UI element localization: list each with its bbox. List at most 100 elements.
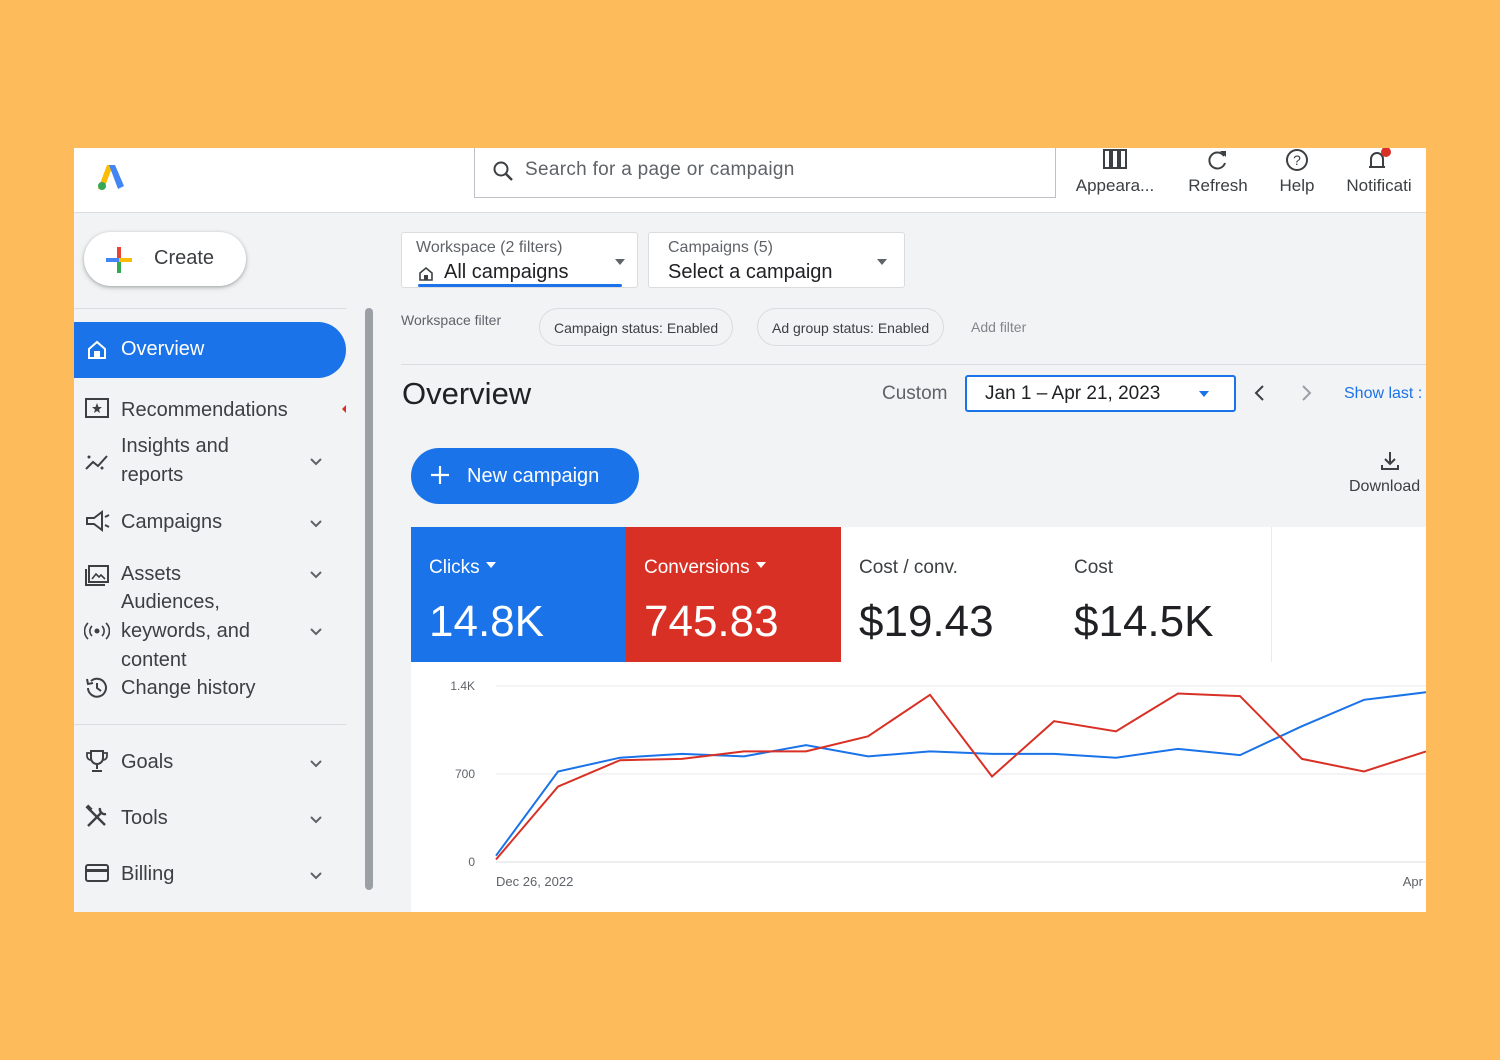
campaigns-dropdown[interactable]: Campaigns (5) Select a campaign	[648, 232, 905, 288]
metric-value: 745.83	[644, 597, 779, 646]
recommendations-icon	[85, 398, 109, 418]
date-range-picker[interactable]: Jan 1 – Apr 21, 2023	[965, 375, 1236, 412]
notifications-button[interactable]: Notificati	[1336, 148, 1422, 210]
help-icon: ?	[1286, 149, 1308, 171]
add-filter-link[interactable]: Add filter	[971, 319, 1026, 335]
filter-chip-ad-group-status[interactable]: Ad group status: Enabled	[757, 308, 945, 346]
sidebar-item-label: Change history	[121, 677, 256, 699]
home-icon	[419, 266, 433, 281]
sidebar-item-change-history[interactable]: Change history	[74, 672, 346, 704]
megaphone-icon	[86, 510, 110, 532]
sidebar-item-assets[interactable]: Assets	[74, 560, 346, 590]
sidebar-item-tools[interactable]: Tools	[74, 800, 346, 836]
bell-icon	[1369, 148, 1391, 168]
performance-panel: Clicks 14.8K Conversions 745.83 Cost / c…	[411, 527, 1426, 912]
chevron-down-icon	[310, 760, 322, 768]
metric-title: Cost / conv.	[859, 557, 958, 578]
appearance-button[interactable]: Appeara...	[1066, 148, 1164, 212]
appearance-icon	[1103, 149, 1127, 169]
sidebar-item-label: Insights and reports	[121, 435, 229, 486]
dropdown-arrow-icon	[1199, 391, 1209, 397]
chevron-down-icon	[310, 872, 322, 880]
chevron-down-icon	[310, 816, 322, 824]
help-label: Help	[1279, 176, 1315, 195]
refresh-button[interactable]: Refresh	[1178, 148, 1258, 212]
dropdown-arrow-icon	[615, 259, 625, 265]
new-campaign-button[interactable]: New campaign	[411, 448, 639, 504]
chevron-left-icon[interactable]	[1252, 382, 1268, 404]
filter-chip-campaign-status[interactable]: Campaign status: Enabled	[539, 308, 734, 346]
google-ads-logo-icon[interactable]	[96, 162, 126, 192]
sidebar-item-goals[interactable]: Goals	[74, 744, 346, 780]
y-tick-label: 1.4K	[450, 679, 475, 693]
sidebar-item-insights[interactable]: Insights and reports	[74, 432, 346, 492]
download-icon	[1381, 452, 1399, 470]
sidebar-item-audiences[interactable]: Audiences, keywords, and content	[74, 588, 346, 676]
sidebar-item-overview[interactable]: Overview	[74, 322, 346, 378]
plus-icon	[431, 466, 449, 484]
notifications-label: Notificati	[1346, 176, 1412, 195]
sidebar-divider	[74, 308, 346, 309]
chevron-down-icon	[310, 520, 322, 528]
x-tick-label: Dec 26, 2022	[496, 874, 573, 889]
performance-chart: 1.4K 700 0 Dec 26, 2022 Apr	[450, 679, 1426, 889]
metric-title: Cost	[1074, 557, 1114, 578]
metric-card-cost[interactable]: Cost $14.5K	[1056, 527, 1272, 662]
workspace-filter-label: Workspace filter	[401, 312, 502, 328]
new-campaign-label: New campaign	[467, 465, 600, 487]
insights-icon	[85, 455, 108, 470]
tools-icon	[85, 804, 107, 827]
x-tick-label: Apr	[1403, 874, 1424, 889]
create-button[interactable]: Create	[84, 232, 246, 286]
workspace-dropdown[interactable]: Workspace (2 filters) All campaigns	[401, 232, 638, 288]
metric-title: Clicks	[429, 557, 496, 579]
trophy-icon	[86, 750, 108, 772]
sidebar: Create Overview Recommendations Insights	[74, 212, 364, 912]
metric-card-conversions[interactable]: Conversions 745.83	[626, 527, 841, 662]
sidebar-item-label: Assets	[121, 563, 182, 585]
refresh-label: Refresh	[1188, 176, 1248, 195]
billing-icon	[85, 864, 109, 882]
audiences-icon	[84, 622, 110, 640]
create-label: Create	[154, 247, 215, 269]
metric-value: $14.5K	[1074, 597, 1214, 646]
sidebar-item-label: Overview	[121, 338, 205, 360]
appearance-label: Appeara...	[1075, 176, 1155, 195]
y-tick-label: 0	[468, 855, 475, 869]
workspace-dropdown-value: All campaigns	[444, 261, 569, 283]
conversions-series-line	[495, 692, 1426, 861]
search-placeholder: Search for a page or campaign	[525, 159, 795, 180]
history-icon	[86, 677, 107, 698]
metric-title: Conversions	[644, 557, 766, 579]
metric-card-cost-per-conv[interactable]: Cost / conv. $19.43	[841, 527, 1057, 662]
refresh-icon	[1208, 151, 1226, 170]
search-box[interactable]: Search for a page or campaign	[474, 148, 1056, 198]
show-last-link[interactable]: Show last :	[1344, 385, 1422, 403]
top-bar: Search for a page or campaign Appeara...…	[74, 148, 1426, 213]
sidebar-item-campaigns[interactable]: Campaigns	[74, 504, 346, 540]
sidebar-item-label: Audiences, keywords, and content	[121, 591, 250, 671]
sidebar-item-label: Recommendations	[121, 399, 288, 421]
chevron-down-icon	[310, 458, 322, 466]
chevron-right-icon[interactable]	[1298, 382, 1314, 404]
sidebar-item-recommendations[interactable]: Recommendations	[74, 392, 346, 428]
workspace-underline	[418, 284, 622, 287]
help-button[interactable]: ? Help	[1270, 148, 1324, 212]
home-icon	[88, 340, 106, 359]
metric-card-clicks[interactable]: Clicks 14.8K	[411, 527, 626, 662]
sidebar-item-label: Billing	[121, 863, 175, 885]
date-range-value: Jan 1 – Apr 21, 2023	[985, 383, 1161, 404]
app-window: Search for a page or campaign Appeara...…	[74, 148, 1426, 912]
campaigns-dropdown-label: Campaigns (5)	[668, 239, 773, 256]
sidebar-item-label: Goals	[121, 751, 174, 773]
sidebar-divider	[74, 724, 346, 725]
campaigns-dropdown-value: Select a campaign	[668, 261, 833, 283]
metric-value: 14.8K	[429, 597, 544, 646]
search-icon	[493, 161, 513, 181]
sidebar-scrollbar[interactable]	[365, 308, 373, 890]
range-type-label: Custom	[882, 383, 948, 404]
download-button[interactable]: Download	[1349, 450, 1420, 496]
sidebar-item-billing[interactable]: Billing	[74, 856, 346, 892]
filter-divider	[401, 364, 1426, 365]
workspace-dropdown-label: Workspace (2 filters)	[416, 239, 563, 256]
